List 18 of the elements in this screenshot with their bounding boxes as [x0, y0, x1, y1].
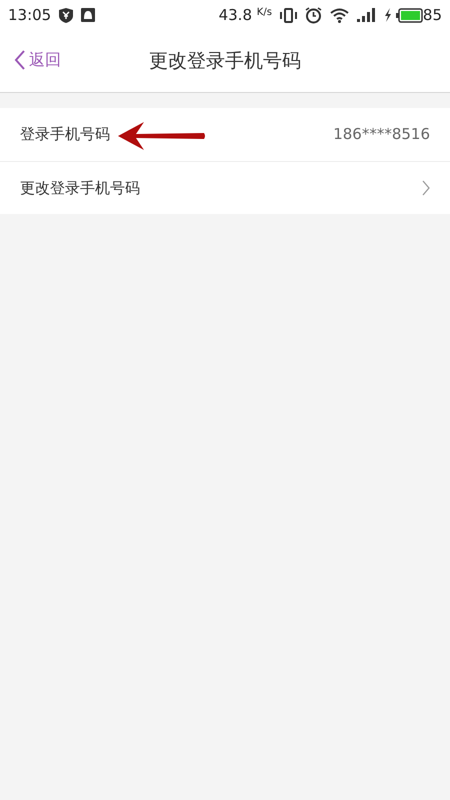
back-chevron-icon [14, 50, 25, 70]
network-speed: 43.8 $^{K/s}$ [218, 4, 272, 26]
page-title: 更改登录手机号码 [149, 48, 301, 74]
vibrate-icon [280, 8, 297, 22]
charging-icon [384, 8, 392, 22]
battery-percent: 85 [422, 4, 442, 26]
back-button[interactable]: 返回 [14, 48, 61, 72]
signal-icon [356, 8, 376, 22]
notification-icon [81, 8, 96, 22]
shield-icon [59, 8, 74, 22]
battery-icon [396, 8, 423, 22]
wifi-icon [330, 8, 349, 22]
alarm-icon [304, 6, 322, 24]
phone-number: 186****8516 [333, 124, 430, 146]
row-label: 更改登录手机号码 [20, 178, 140, 199]
chevron-icon [422, 180, 430, 196]
status-time: 13:05 [8, 4, 52, 26]
row-label: 登录手机号码 [20, 124, 110, 146]
